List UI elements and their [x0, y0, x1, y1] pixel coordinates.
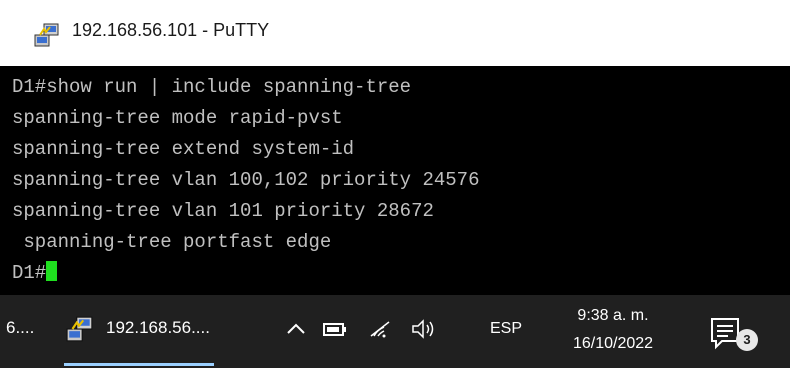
speaker-icon[interactable] [410, 317, 440, 341]
battery-icon[interactable] [322, 317, 348, 341]
chevron-up-icon[interactable] [285, 317, 307, 341]
terminal-prompt: D1# [12, 262, 47, 284]
wifi-icon[interactable] [368, 317, 392, 341]
putty-icon[interactable] [66, 315, 94, 343]
language-indicator[interactable]: ESP [490, 320, 522, 338]
window-title: 192.168.56.101 - PuTTY [72, 20, 270, 40]
terminal-cursor [46, 261, 58, 281]
terminal-line: spanning-tree portfast edge [12, 231, 332, 253]
terminal-line: spanning-tree mode rapid-pvst [12, 107, 343, 129]
terminal-line: spanning-tree extend system-id [12, 138, 355, 160]
active-window-indicator [64, 363, 214, 366]
notification-badge: 3 [736, 329, 758, 351]
terminal-prompt-line: D1# [12, 258, 58, 288]
putty-icon[interactable] [34, 22, 60, 48]
terminal-line: spanning-tree vlan 101 priority 28672 [12, 200, 434, 222]
taskbar: 6.... 192.168.56.... ESP 9:38 a. m. 16/1… [0, 295, 790, 368]
taskbar-putty-label[interactable]: 192.168.56.... [106, 318, 210, 338]
terminal-line: spanning-tree vlan 100,102 priority 2457… [12, 169, 480, 191]
taskbar-item-label[interactable]: 6.... [6, 318, 34, 338]
terminal-line: D1#show run | include spanning-tree [12, 76, 412, 98]
terminal-area[interactable]: D1#show run | include spanning-tree span… [0, 66, 790, 295]
window-titlebar: 192.168.56.101 - PuTTY [0, 0, 790, 66]
clock-date[interactable]: 16/10/2022 [566, 335, 660, 353]
clock-time[interactable]: 9:38 a. m. [568, 307, 658, 325]
